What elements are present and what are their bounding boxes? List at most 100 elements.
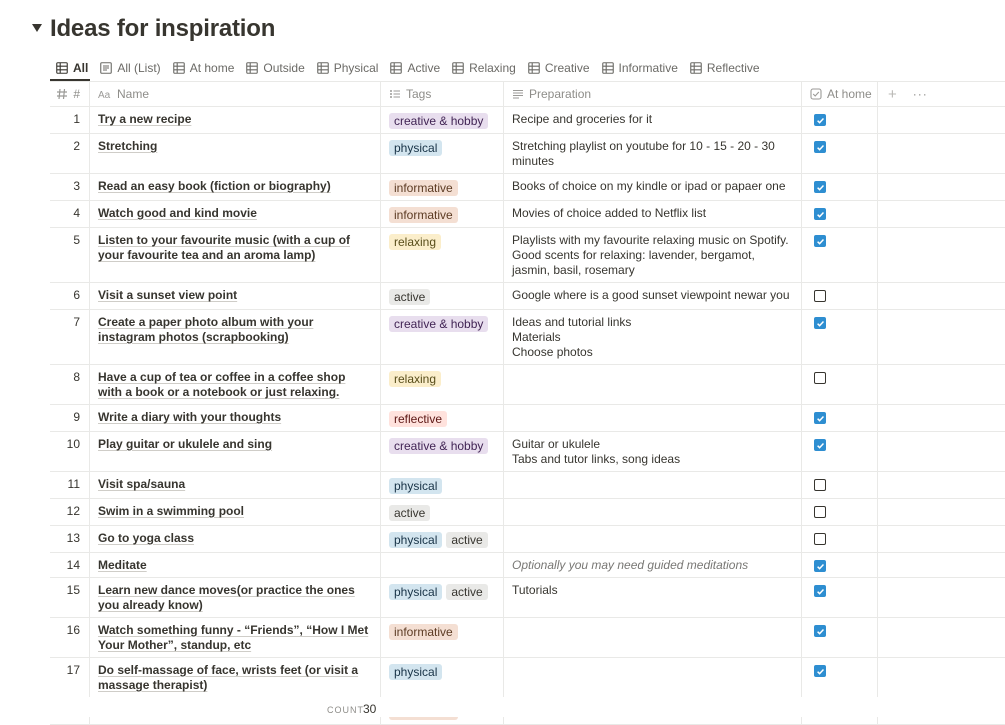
table-row[interactable]: 12 Swim in a swimming pool active	[50, 499, 1005, 526]
tags-cell[interactable]: physical active	[381, 578, 504, 617]
name-cell[interactable]: Go to yoga class	[90, 526, 381, 552]
page-link[interactable]: Write a diary with your thoughts	[98, 410, 281, 424]
tags-cell[interactable]: physical	[381, 472, 504, 498]
checkbox-unchecked[interactable]	[814, 290, 826, 302]
tags-cell[interactable]: relaxing	[381, 228, 504, 282]
preparation-cell[interactable]: Movies of choice added to Netflix list	[504, 201, 802, 227]
table-row[interactable]: 8 Have a cup of tea or coffee in a coffee…	[50, 365, 1005, 405]
table-row[interactable]: 7 Create a paper photo album with your in…	[50, 310, 1005, 365]
column-header-number[interactable]: #	[50, 82, 90, 106]
tags-cell[interactable]: active	[381, 499, 504, 525]
page-link[interactable]: Have a cup of tea or coffee in a coffee …	[98, 370, 345, 399]
count-value[interactable]: 30	[363, 702, 376, 716]
page-link[interactable]: Go to yoga class	[98, 531, 194, 545]
tags-cell[interactable]: physical	[381, 658, 504, 697]
checkbox-checked[interactable]	[814, 181, 826, 193]
table-row[interactable]: 5 Listen to your favourite music (with a …	[50, 228, 1005, 283]
table-row[interactable]: 9 Write a diary with your thoughts reflect…	[50, 405, 1005, 432]
preparation-cell[interactable]: Recipe and groceries for it	[504, 107, 802, 133]
tags-cell[interactable]: creative & hobby	[381, 107, 504, 133]
table-row[interactable]: 16 Watch something funny - “Friends”, “Ho…	[50, 618, 1005, 658]
page-link[interactable]: Play guitar or ukulele and sing	[98, 437, 272, 451]
table-row[interactable]: 3 Read an easy book (fiction or biography…	[50, 174, 1005, 201]
checkbox-unchecked[interactable]	[814, 479, 826, 491]
table-row[interactable]: 2 Stretching physical Stretching playlist o…	[50, 134, 1005, 174]
name-cell[interactable]: Create a paper photo album with your ins…	[90, 310, 381, 364]
tab-reflective[interactable]: Reflective	[684, 56, 766, 80]
name-cell[interactable]: Watch something funny - “Friends”, “How …	[90, 618, 381, 657]
preparation-cell[interactable]: Google where is a good sunset viewpoint …	[504, 283, 802, 309]
tags-cell[interactable]: active	[381, 283, 504, 309]
checkbox-checked[interactable]	[814, 235, 826, 247]
preparation-cell[interactable]: Optionally you may need guided meditatio…	[504, 553, 802, 577]
table-row[interactable]: 6 Visit a sunset view point active Google w…	[50, 283, 1005, 310]
name-cell[interactable]: Have a cup of tea or coffee in a coffee …	[90, 365, 381, 404]
name-cell[interactable]: Play guitar or ukulele and sing	[90, 432, 381, 471]
preparation-cell[interactable]	[504, 526, 802, 552]
tags-cell[interactable]: physical active	[381, 526, 504, 552]
tags-cell[interactable]: relaxing	[381, 365, 504, 404]
tags-cell[interactable]: creative & hobby	[381, 310, 504, 364]
table-row[interactable]: 13 Go to yoga class physical active	[50, 526, 1005, 553]
table-row[interactable]: 15 Learn new dance moves(or practice the …	[50, 578, 1005, 618]
name-cell[interactable]: Visit a sunset view point	[90, 283, 381, 309]
preparation-cell[interactable]	[504, 499, 802, 525]
preparation-cell[interactable]: Guitar or ukulele Tabs and tutor links, …	[504, 432, 802, 471]
preparation-cell[interactable]	[504, 365, 802, 404]
name-cell[interactable]: Stretching	[90, 134, 381, 173]
preparation-cell[interactable]: Books of choice on my kindle or ipad or …	[504, 174, 802, 200]
tags-cell[interactable]: reflective	[381, 405, 504, 431]
tab-creative[interactable]: Creative	[522, 56, 596, 80]
checkbox-checked[interactable]	[814, 208, 826, 220]
column-header-tags[interactable]: Tags	[381, 82, 504, 106]
table-row[interactable]: 14 Meditate Optionally you may need guided…	[50, 553, 1005, 578]
tags-cell[interactable]: creative & hobby	[381, 432, 504, 471]
preparation-cell[interactable]	[504, 658, 802, 697]
tab-physical[interactable]: Physical	[311, 56, 385, 80]
name-cell[interactable]: Swim in a swimming pool	[90, 499, 381, 525]
checkbox-checked[interactable]	[814, 665, 826, 677]
tab-all-list[interactable]: All (List)	[94, 56, 166, 80]
table-row[interactable]: 11 Visit spa/sauna physical	[50, 472, 1005, 499]
table-row[interactable]: 10 Play guitar or ukulele and sing creativ…	[50, 432, 1005, 472]
checkbox-checked[interactable]	[814, 585, 826, 597]
column-header-name[interactable]: Aa Name	[90, 82, 381, 106]
page-link[interactable]: Swim in a swimming pool	[98, 504, 244, 518]
page-link[interactable]: Read an easy book (fiction or biography)	[98, 179, 331, 193]
tab-informative[interactable]: Informative	[596, 56, 684, 80]
name-cell[interactable]: Read an easy book (fiction or biography)	[90, 174, 381, 200]
page-link[interactable]: Watch good and kind movie	[98, 206, 257, 220]
tags-cell[interactable]: physical	[381, 134, 504, 173]
preparation-cell[interactable]: Ideas and tutorial links Materials Choos…	[504, 310, 802, 364]
checkbox-checked[interactable]	[814, 114, 826, 126]
checkbox-checked[interactable]	[814, 439, 826, 451]
page-link[interactable]: Listen to your favourite music (with a c…	[98, 233, 350, 262]
preparation-cell[interactable]: Playlists with my favourite relaxing mus…	[504, 228, 802, 282]
preparation-cell[interactable]	[504, 618, 802, 657]
page-link[interactable]: Watch something funny - “Friends”, “How …	[98, 623, 368, 652]
page-link[interactable]: Visit a sunset view point	[98, 288, 237, 302]
table-row[interactable]: 17 Do self-massage of face, wrists feet (…	[50, 658, 1005, 698]
checkbox-checked[interactable]	[814, 412, 826, 424]
page-link[interactable]: Learn new dance moves(or practice the on…	[98, 583, 355, 612]
page-link[interactable]: Stretching	[98, 139, 157, 153]
checkbox-checked[interactable]	[814, 141, 826, 153]
name-cell[interactable]: Watch good and kind movie	[90, 201, 381, 227]
name-cell[interactable]: Learn new dance moves(or practice the on…	[90, 578, 381, 617]
checkbox-checked[interactable]	[814, 317, 826, 329]
column-header-preparation[interactable]: Preparation	[504, 82, 802, 106]
tags-cell[interactable]: informative	[381, 201, 504, 227]
add-property-icon[interactable]: +	[888, 86, 897, 103]
name-cell[interactable]: Listen to your favourite music (with a c…	[90, 228, 381, 282]
table-row[interactable]: 1 Try a new recipe creative & hobby Recipe …	[50, 107, 1005, 134]
collapse-toggle-icon[interactable]	[32, 24, 42, 32]
page-link[interactable]: Do self-massage of face, wrists feet (or…	[98, 663, 358, 692]
page-link[interactable]: Meditate	[98, 558, 147, 572]
name-cell[interactable]: Visit spa/sauna	[90, 472, 381, 498]
preparation-cell[interactable]	[504, 405, 802, 431]
tab-all[interactable]: All	[50, 56, 94, 80]
table-row[interactable]: 4 Watch good and kind movie informative Mov…	[50, 201, 1005, 228]
checkbox-unchecked[interactable]	[814, 533, 826, 545]
checkbox-checked[interactable]	[814, 560, 826, 572]
checkbox-unchecked[interactable]	[814, 372, 826, 384]
